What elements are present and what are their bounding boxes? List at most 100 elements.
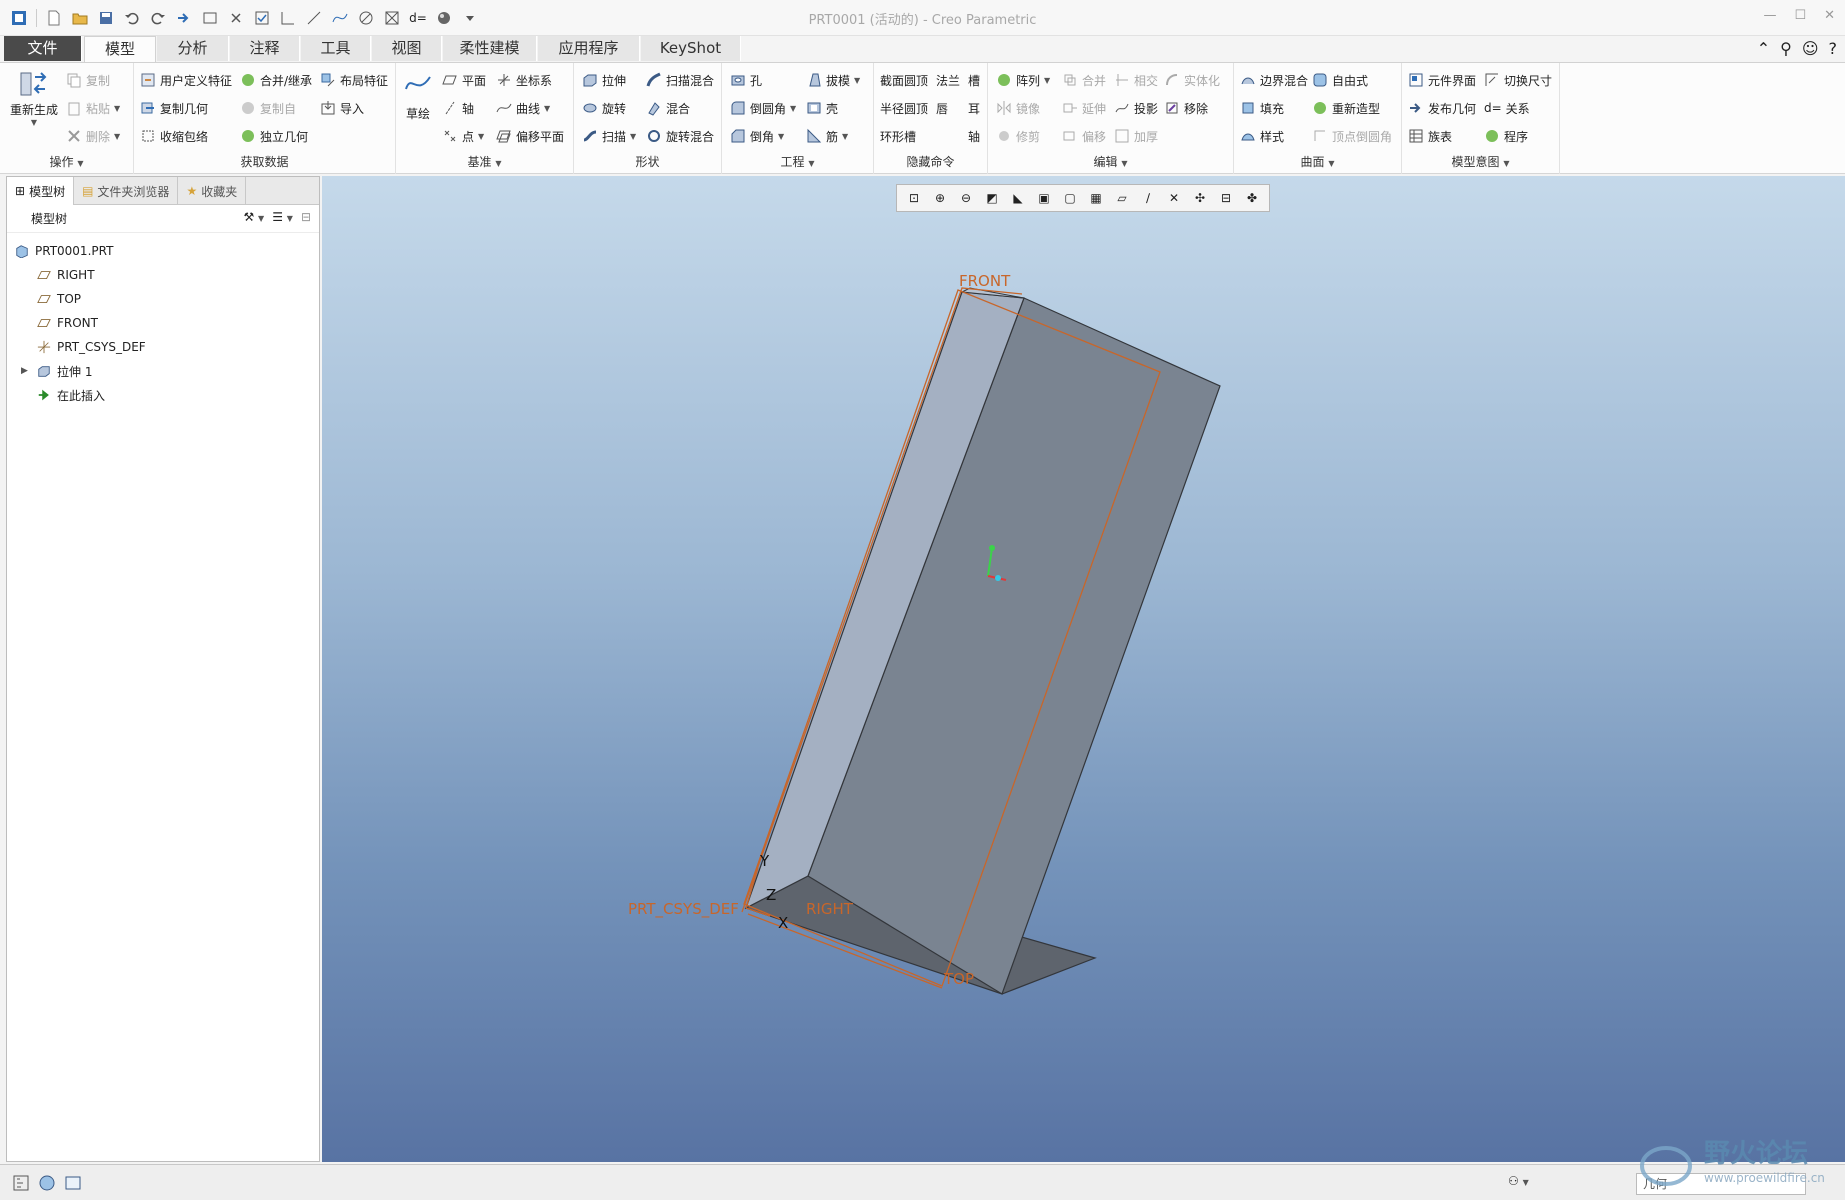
expand-arrow-icon[interactable]: ▶ — [21, 366, 28, 376]
offset-plane-button[interactable]: 偏移平面 — [496, 125, 564, 147]
point-button[interactable]: 点 ▼ — [442, 125, 484, 147]
udf-button[interactable]: 用户定义特征 — [140, 69, 232, 91]
paste-button[interactable]: 粘贴 ▼ — [66, 97, 120, 119]
tab-view[interactable]: 视图 — [372, 36, 442, 61]
rotational-blend-button[interactable]: 旋转混合 — [646, 125, 714, 147]
publish-geometry-button[interactable]: 发布几何 — [1408, 97, 1476, 119]
toggle-navigator-icon[interactable] — [12, 1174, 30, 1192]
section-dome-button[interactable]: 截面圆顶 — [880, 69, 928, 91]
sweep-blend-button[interactable]: 扫描混合 — [646, 69, 714, 91]
tab-favorites[interactable]: ★ 收藏夹 — [178, 177, 247, 205]
extrude-button[interactable]: 拉伸 — [582, 69, 626, 91]
hole-button[interactable]: 孔 — [730, 69, 762, 91]
coordinate-system-button[interactable]: 坐标系 — [496, 69, 552, 91]
lip-button[interactable]: 唇 — [936, 97, 948, 119]
tree-node[interactable]: ▶ 拉伸 1 — [7, 359, 319, 383]
tab-tools[interactable]: 工具 — [301, 36, 371, 61]
tab-analysis[interactable]: 分析 — [157, 36, 229, 61]
tab-file[interactable]: 文件 — [4, 36, 82, 61]
radius-dome-button[interactable]: 半径圆顶 — [880, 97, 928, 119]
trim-button[interactable]: 修剪 — [996, 125, 1040, 147]
tree-node[interactable]: FRONT — [7, 311, 319, 335]
community-icon[interactable]: ☺ — [1802, 39, 1819, 58]
close-button[interactable]: ✕ — [1824, 8, 1835, 23]
family-table-button[interactable]: 族表 — [1408, 125, 1452, 147]
shell-button[interactable]: 壳 — [806, 97, 838, 119]
copy-geometry-button[interactable]: 复制几何 — [140, 97, 208, 119]
offset-button[interactable]: 偏移 — [1062, 125, 1106, 147]
label-csys[interactable]: PRT_CSYS_DEF — [628, 900, 739, 919]
filter-tree-icon[interactable]: ⊟ — [301, 210, 311, 224]
tab-folder-browser[interactable]: ▤ 文件夹浏览器 — [74, 177, 179, 205]
merge-button[interactable]: 合并 — [1062, 69, 1106, 91]
tab-annotate[interactable]: 注释 — [230, 36, 300, 61]
group-label-surfaces[interactable]: 曲面 ▼ — [1234, 153, 1401, 170]
tree-node[interactable]: 在此插入 — [7, 383, 319, 407]
revolve-button[interactable]: 旋转 — [582, 97, 626, 119]
solidify-button[interactable]: 实体化 — [1164, 69, 1220, 91]
layout-feature-button[interactable]: 布局特征 — [320, 69, 388, 91]
mirror-button[interactable]: 镜像 — [996, 97, 1040, 119]
find-binoculars-icon[interactable]: ⚇ ▼ — [1508, 1174, 1538, 1192]
label-top[interactable]: TOP — [943, 970, 974, 988]
pattern-button[interactable]: 阵列 ▼ — [996, 69, 1050, 91]
program-button[interactable]: 程序 — [1484, 125, 1528, 147]
slot-button[interactable]: 槽 — [968, 69, 980, 91]
import-button[interactable]: 导入 — [320, 97, 364, 119]
group-label-model-intent[interactable]: 模型意图 ▼ — [1402, 153, 1559, 170]
ear-button[interactable]: 耳 — [968, 97, 980, 119]
collapse-ribbon-icon[interactable]: ⌃ — [1757, 39, 1770, 58]
group-label-datum[interactable]: 基准 ▼ — [396, 153, 573, 170]
group-label-editing[interactable]: 编辑 ▼ — [988, 153, 1233, 170]
project-button[interactable]: 投影 — [1114, 97, 1158, 119]
relations-button[interactable]: d= 关系 — [1484, 97, 1530, 119]
tab-model[interactable]: 模型 — [84, 36, 156, 62]
label-right[interactable]: RIGHT — [806, 900, 854, 918]
blend-button[interactable]: 混合 — [646, 97, 690, 119]
shrinkwrap-button[interactable]: 收缩包络 — [140, 125, 208, 147]
vertex-round-button[interactable]: 顶点倒圆角 — [1312, 125, 1392, 147]
delete-button[interactable]: 删除 ▼ — [66, 125, 120, 147]
restyle-button[interactable]: 重新造型 — [1312, 97, 1380, 119]
component-interface-button[interactable]: 元件界面 — [1408, 69, 1476, 91]
maximize-button[interactable]: ☐ — [1794, 8, 1806, 23]
fill-button[interactable]: 填充 — [1240, 97, 1284, 119]
graphics-area[interactable]: ⊡ ⊕ ⊖ ◩ ◣ ▣ ▢ ▦ ▱ ∕ ✕ ✣ ⊟ ✤ FRONT RIGHT … — [322, 176, 1845, 1162]
copy-button[interactable]: 复制 — [66, 69, 110, 91]
help-icon[interactable]: ? — [1829, 39, 1838, 58]
intersect-button[interactable]: 相交 — [1114, 69, 1158, 91]
tree-node[interactable]: TOP — [7, 287, 319, 311]
extend-button[interactable]: 延伸 — [1062, 97, 1106, 119]
flange-button[interactable]: 法兰 — [936, 69, 960, 91]
merge-inherit-button[interactable]: 合并/继承 — [240, 69, 312, 91]
tab-keyshot[interactable]: KeyShot — [641, 36, 741, 61]
copy-from-button[interactable]: 复制自 — [240, 97, 296, 119]
round-button[interactable]: 倒圆角 ▼ — [730, 97, 796, 119]
curve-button[interactable]: 曲线 ▼ — [496, 97, 550, 119]
group-label-operations[interactable]: 操作 ▼ — [0, 153, 133, 170]
tree-node[interactable]: PRT0001.PRT — [7, 239, 319, 263]
settings-tools-icon[interactable]: ⚒ ▼ — [243, 210, 264, 224]
minimize-button[interactable]: — — [1763, 8, 1776, 23]
tab-flexible-modeling[interactable]: 柔性建模 — [443, 36, 537, 61]
show-options-icon[interactable]: ☰ ▼ — [272, 210, 293, 224]
style-button[interactable]: 样式 — [1240, 125, 1284, 147]
toggle-dimensions-button[interactable]: 切换尺寸 — [1484, 69, 1552, 91]
independent-geometry-button[interactable]: 独立几何 — [240, 125, 308, 147]
axis-button[interactable]: 轴 — [442, 97, 474, 119]
tree-node[interactable]: RIGHT — [7, 263, 319, 287]
browser-icon[interactable] — [38, 1174, 56, 1192]
sketch-button[interactable]: 草绘 — [400, 69, 436, 122]
regenerate-button[interactable]: 重新生成 ▼ — [8, 67, 60, 127]
search-icon[interactable]: ⚲ — [1780, 39, 1792, 58]
full-screen-icon[interactable] — [64, 1174, 82, 1192]
chamfer-button[interactable]: 倒角 ▼ — [730, 125, 784, 147]
tab-model-tree[interactable]: ⊞ 模型树 — [7, 177, 75, 205]
group-label-engineering[interactable]: 工程 ▼ — [722, 153, 873, 170]
toroidal-bend-button[interactable]: 环形槽 — [880, 125, 916, 147]
shaft-button[interactable]: 轴 — [968, 125, 980, 147]
thicken-button[interactable]: 加厚 — [1114, 125, 1158, 147]
sweep-button[interactable]: 扫描 ▼ — [582, 125, 636, 147]
boundary-blend-button[interactable]: 边界混合 — [1240, 69, 1308, 91]
tree-node[interactable]: PRT_CSYS_DEF — [7, 335, 319, 359]
